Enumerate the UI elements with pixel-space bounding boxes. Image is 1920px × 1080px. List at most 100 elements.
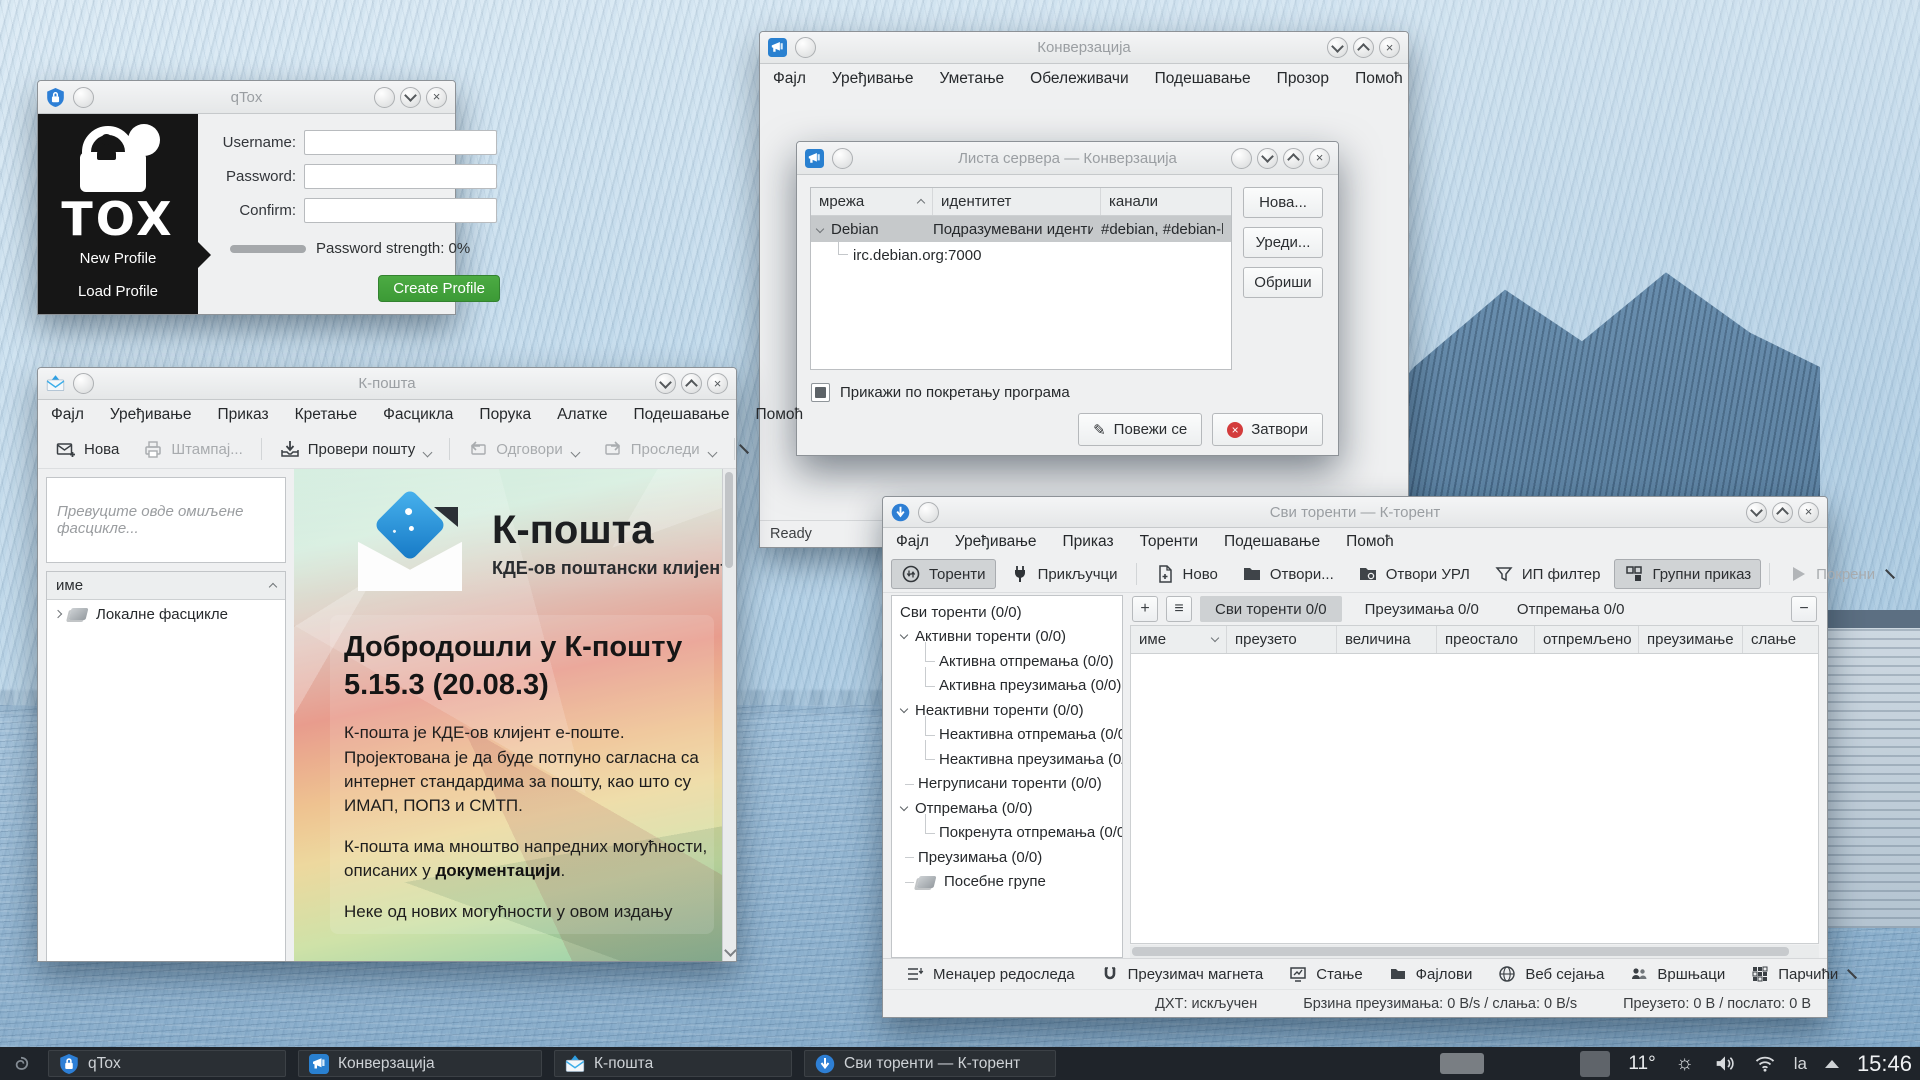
username-field[interactable] [304, 130, 497, 155]
group-view-button[interactable]: Групни приказ [1614, 559, 1761, 589]
tab-chunks[interactable]: Парчићи [1738, 965, 1851, 983]
column-down-speed[interactable]: преузимање [1639, 626, 1743, 653]
plugins-button[interactable]: Прикључци [1000, 559, 1128, 589]
tab-uploads[interactable]: Отпремања 0/0 [1502, 596, 1640, 622]
tab-status[interactable]: Стање [1276, 965, 1375, 983]
menu-help[interactable]: Помоћ [756, 406, 804, 424]
scroll-down-icon[interactable] [724, 944, 736, 957]
tray-expand-icon[interactable] [1825, 1060, 1839, 1068]
tab-downloads[interactable]: Преузимања 0/0 [1350, 596, 1494, 622]
task-qtox[interactable]: qTox [48, 1050, 286, 1077]
konversation-titlebar[interactable]: Конверзација × [760, 32, 1408, 64]
tab-new-profile[interactable]: New Profile [80, 250, 157, 267]
maximize-button[interactable] [681, 373, 702, 394]
menu-message[interactable]: Порука [479, 406, 531, 424]
virtual-desktop-pager[interactable] [1440, 1053, 1484, 1074]
column-uploaded[interactable]: отпремљено [1535, 626, 1639, 653]
close-button[interactable]: × [1379, 37, 1400, 58]
menu-help[interactable]: Помоћ [1355, 70, 1403, 88]
column-identity[interactable]: идентитет [933, 188, 1101, 215]
group-ungrouped-torrents[interactable]: Негруписани торенти (0/0) [892, 772, 1122, 797]
qtox-titlebar[interactable]: qTox × [38, 81, 455, 114]
panel-splitter[interactable] [1123, 593, 1130, 958]
menu-torrents[interactable]: Торенти [1140, 533, 1198, 551]
add-view-button[interactable] [1132, 596, 1158, 622]
speaker-icon[interactable] [1714, 1054, 1736, 1073]
menu-go[interactable]: Кретање [295, 406, 358, 424]
window-menu-button[interactable] [73, 87, 94, 108]
ip-filter-button[interactable]: ИП филтер [1484, 559, 1611, 589]
expander-icon[interactable] [900, 803, 908, 811]
ktorrent-titlebar[interactable]: Сви торенти — К-торент × [883, 497, 1827, 528]
open-torrent-button[interactable]: Отвори... [1232, 559, 1344, 589]
connect-button[interactable]: Повежи се [1078, 413, 1202, 446]
menu-tools[interactable]: Алатке [557, 406, 607, 424]
scrollbar-thumb[interactable] [1132, 947, 1789, 956]
folder-local-folders[interactable]: Локалне фасцикле [47, 600, 285, 628]
app-launcher-button[interactable] [6, 1049, 36, 1079]
menu-settings[interactable]: Подешавање [1155, 70, 1251, 88]
group-all-torrents[interactable]: Сви торенти (0/0) [892, 600, 1122, 625]
task-konversation[interactable]: Конверзација [298, 1050, 542, 1077]
new-network-button[interactable]: Нова... [1243, 187, 1323, 218]
edit-network-button[interactable]: Уреди... [1243, 227, 1323, 258]
minimize-button[interactable] [655, 373, 676, 394]
task-ktorrent[interactable]: Сви торенти — К-торент [804, 1050, 1056, 1077]
menu-view[interactable]: Приказ [217, 406, 268, 424]
wifi-icon[interactable] [1754, 1055, 1776, 1072]
menu-window[interactable]: Прозор [1277, 70, 1329, 88]
documentation-link[interactable]: документацији [435, 861, 560, 880]
folder-list-header[interactable]: име [47, 572, 285, 600]
menu-help[interactable]: Помоћ [1346, 533, 1394, 551]
password-field[interactable] [304, 164, 497, 189]
window-menu-button[interactable] [73, 373, 94, 394]
window-menu-button[interactable] [918, 502, 939, 523]
task-kmail[interactable]: К-пошта [554, 1050, 792, 1077]
torrents-view-button[interactable]: Торенти [891, 559, 996, 589]
open-url-button[interactable]: Отвори УРЛ [1348, 559, 1480, 589]
minimize-button[interactable] [1746, 502, 1767, 523]
group-inactive-downloads[interactable]: Неактивна преузимања (0/... [892, 747, 1122, 772]
new-message-button[interactable]: Нова [46, 434, 129, 464]
menu-settings[interactable]: Подешавање [633, 406, 729, 424]
keyboard-layout-indicator[interactable]: la [1794, 1054, 1807, 1074]
tab-magnet-downloader[interactable]: Преузимач магнета [1088, 965, 1277, 983]
menu-bookmarks[interactable]: Обележивачи [1030, 70, 1128, 88]
view-menu-button[interactable] [1166, 596, 1192, 622]
menu-edit[interactable]: Уређивање [832, 70, 914, 88]
help-button[interactable] [374, 87, 395, 108]
maximize-button[interactable] [1353, 37, 1374, 58]
column-downloaded[interactable]: преузето [1227, 626, 1337, 653]
weather-temperature[interactable]: 11° [1628, 1053, 1655, 1075]
column-size[interactable]: величина [1337, 626, 1437, 653]
window-menu-button[interactable] [832, 148, 853, 169]
remove-view-button[interactable] [1791, 596, 1817, 622]
close-button[interactable]: × [1309, 148, 1330, 169]
server-row[interactable]: irc.debian.org:7000 [811, 242, 1231, 268]
group-running-uploads[interactable]: Покренута отпремања (0/0) [892, 821, 1122, 846]
close-button[interactable]: × [426, 87, 447, 108]
tab-queue-manager[interactable]: Менаџер редоследа [893, 965, 1088, 983]
system-tray-icon[interactable] [1580, 1051, 1610, 1077]
maximize-button[interactable] [1283, 148, 1304, 169]
tab-peers[interactable]: Вршњаци [1617, 965, 1738, 983]
expander-icon[interactable] [900, 631, 908, 639]
new-torrent-button[interactable]: Ново [1145, 559, 1228, 589]
menu-insert[interactable]: Уметање [939, 70, 1004, 88]
horizontal-scrollbar[interactable] [1130, 945, 1819, 958]
forward-button[interactable]: Проследи [593, 434, 726, 464]
reply-button[interactable]: Одговори [458, 434, 588, 464]
minimize-button[interactable] [1327, 37, 1348, 58]
tab-load-profile[interactable]: Load Profile [78, 283, 158, 300]
panel-splitter[interactable] [286, 469, 294, 961]
expander-icon[interactable] [54, 610, 62, 618]
window-menu-button[interactable] [795, 37, 816, 58]
group-active-downloads[interactable]: Активна преузимања (0/0) [892, 674, 1122, 699]
confirm-password-field[interactable] [304, 198, 497, 223]
server-list-titlebar[interactable]: Листа сервера — Конверзација × [797, 142, 1338, 175]
menu-view[interactable]: Приказ [1062, 533, 1113, 551]
show-at-startup-checkbox[interactable] [811, 383, 830, 402]
network-row-debian[interactable]: Debian Подразумевани идентитет #debian, … [811, 216, 1231, 242]
clock[interactable]: 15:46 [1857, 1051, 1912, 1077]
column-channels[interactable]: канали [1101, 188, 1231, 215]
